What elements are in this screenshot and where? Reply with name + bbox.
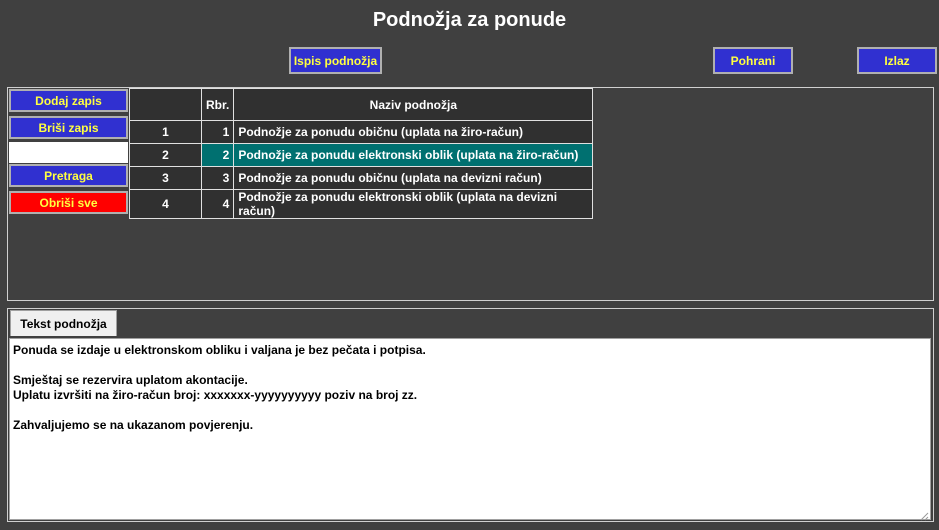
header-index (129, 88, 202, 121)
table-row-selected[interactable]: 2 2 Podnožje za ponudu elektronski oblik… (129, 143, 594, 167)
row-rbr: 1 (200, 120, 235, 144)
print-footer-button[interactable]: Ispis podnožja (289, 47, 382, 74)
add-record-button[interactable]: Dodaj zapis (9, 89, 128, 112)
page-title: Podnožja za ponude (372, 9, 567, 31)
row-rbr: 2 (200, 143, 235, 167)
tab-footer-text[interactable]: Tekst podnožja (10, 310, 117, 336)
search-button[interactable]: Pretraga (9, 164, 128, 187)
row-naziv: Podnožje za ponudu elektronski oblik (up… (233, 189, 594, 219)
exit-button[interactable]: Izlaz (857, 47, 937, 74)
row-index: 2 (129, 143, 202, 167)
table-header-row: Rbr. Naziv podnožja (129, 88, 594, 121)
row-rbr: 4 (200, 189, 235, 219)
table-row[interactable]: 1 1 Podnožje za ponudu običnu (uplata na… (129, 120, 594, 144)
footer-text-area[interactable]: Ponuda se izdaje u elektronskom obliku i… (9, 338, 931, 520)
row-naziv: Podnožje za ponudu običnu (uplata na žir… (233, 120, 594, 144)
footers-table: Rbr. Naziv podnožja 1 1 Podnožje za ponu… (129, 88, 594, 219)
save-button[interactable]: Pohrani (713, 47, 793, 74)
clear-all-button[interactable]: Obriši sve (9, 191, 128, 214)
sidebar-spacer (9, 142, 128, 163)
records-panel: Dodaj zapis Briši zapis Pretraga Obriši … (7, 87, 934, 301)
row-index: 1 (129, 120, 202, 144)
row-index: 4 (129, 189, 202, 219)
row-rbr: 3 (200, 166, 235, 190)
row-index: 3 (129, 166, 202, 190)
table-row[interactable]: 3 3 Podnožje za ponudu običnu (uplata na… (129, 166, 594, 190)
row-naziv: Podnožje za ponudu elektronski oblik (up… (233, 143, 594, 167)
delete-record-button[interactable]: Briši zapis (9, 116, 128, 139)
row-naziv: Podnožje za ponudu običnu (uplata na dev… (233, 166, 594, 190)
header-naziv: Naziv podnožja (233, 88, 594, 121)
table-row[interactable]: 4 4 Podnožje za ponudu elektronski oblik… (129, 189, 594, 219)
resize-handle-icon[interactable] (919, 508, 929, 521)
header-rbr: Rbr. (200, 88, 235, 121)
